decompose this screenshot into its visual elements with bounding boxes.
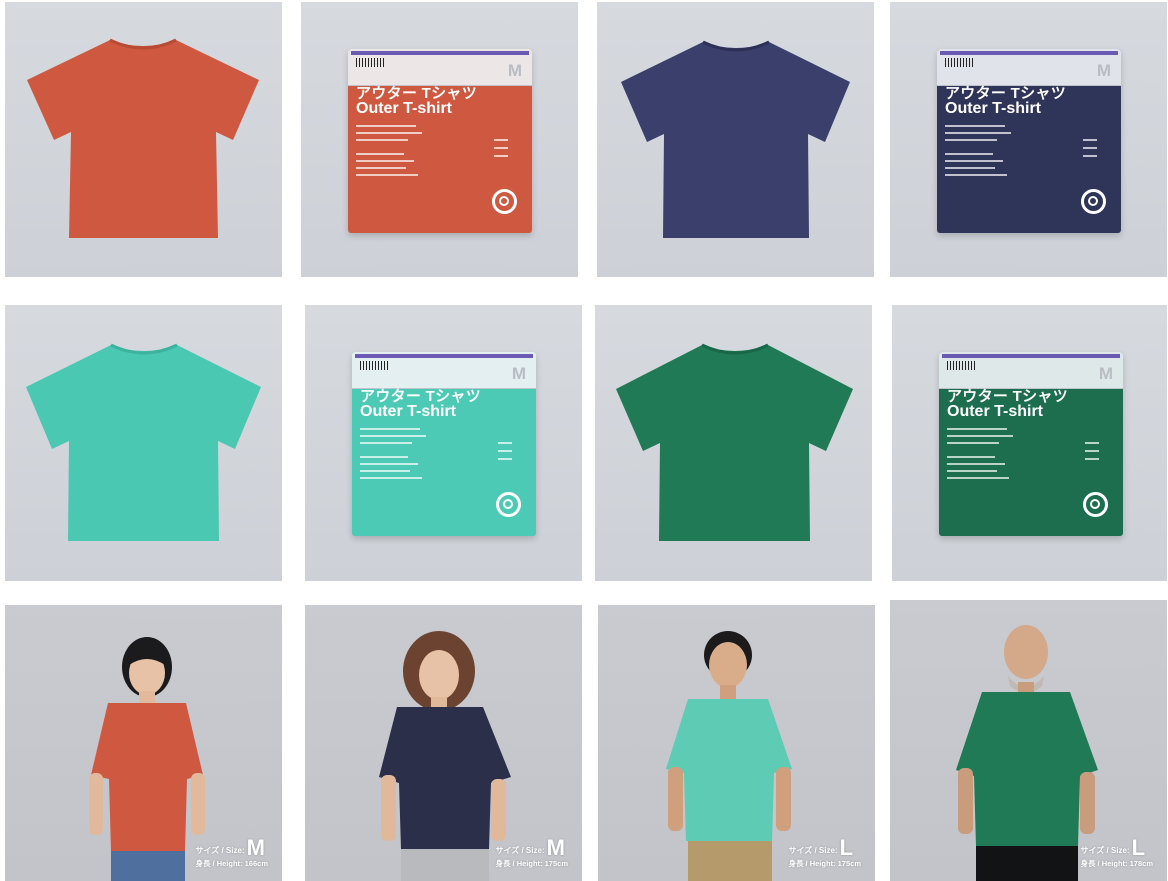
package-title-en: Outer T-shirt	[356, 100, 453, 117]
care-icon	[1083, 139, 1103, 169]
height-text: 身長 / Height: 175cm	[788, 859, 861, 868]
brand-logo-icon	[1083, 492, 1108, 517]
size-value: M	[246, 835, 265, 860]
model-tile-orange[interactable]: サイズ / Size:M 身長 / Height: 166cm	[5, 605, 282, 881]
tshirt-icon	[616, 343, 853, 541]
product-tile-flat-navy[interactable]	[597, 2, 874, 277]
size-prefix: サイズ / Size:	[195, 846, 245, 855]
barcode-icon	[945, 58, 975, 67]
size-caption: サイズ / Size:L 身長 / Height: 175cm	[788, 835, 861, 869]
size-caption: サイズ / Size:M 身長 / Height: 166cm	[195, 835, 268, 869]
product-tile-package-green[interactable]: M アウター Tシャツ Outer T-shirt	[892, 305, 1167, 581]
tshirt-icon	[26, 343, 261, 541]
product-tile-package-navy[interactable]: M アウター Tシャツ Outer T-shirt	[890, 2, 1167, 277]
size-prefix: サイズ / Size:	[788, 846, 838, 855]
package-stripe	[942, 354, 1120, 358]
tshirt-icon	[27, 38, 259, 238]
package-sleeve: M	[348, 49, 532, 86]
size-caption: サイズ / Size:L 身長 / Height: 178cm	[1080, 835, 1153, 869]
package-size: M	[1098, 364, 1113, 383]
package-fine-print	[360, 428, 430, 508]
tshirt-icon	[621, 40, 850, 238]
package-fine-print	[356, 125, 426, 205]
package-sleeve: M	[939, 352, 1123, 389]
product-tile-flat-orange[interactable]	[5, 2, 282, 277]
size-caption: サイズ / Size:M 身長 / Height: 175cm	[495, 835, 568, 869]
care-icon	[498, 442, 518, 472]
size-value: M	[546, 835, 565, 860]
package-sleeve: M	[937, 49, 1121, 86]
package: M アウター Tシャツ Outer T-shirt	[348, 49, 532, 233]
package: M アウター Tシャツ Outer T-shirt	[939, 352, 1123, 536]
care-icon	[1085, 442, 1105, 472]
product-tile-package-aqua[interactable]: M アウター Tシャツ Outer T-shirt	[305, 305, 582, 581]
package-size: M	[507, 61, 522, 80]
product-tile-flat-aqua[interactable]	[5, 305, 282, 581]
model-tile-green[interactable]: サイズ / Size:L 身長 / Height: 178cm	[890, 600, 1167, 881]
product-tile-flat-green[interactable]	[595, 305, 872, 581]
package-size: M	[1096, 61, 1111, 80]
package-fine-print	[945, 125, 1015, 205]
size-value: L	[1131, 835, 1146, 860]
barcode-icon	[947, 361, 977, 370]
care-icon	[494, 139, 514, 169]
height-text: 身長 / Height: 166cm	[195, 859, 268, 868]
size-value: L	[839, 835, 854, 860]
size-prefix: サイズ / Size:	[495, 846, 545, 855]
height-text: 身長 / Height: 178cm	[1080, 859, 1153, 868]
package: M アウター Tシャツ Outer T-shirt	[937, 49, 1121, 233]
model-tile-navy[interactable]: サイズ / Size:M 身長 / Height: 175cm	[305, 605, 582, 881]
brand-logo-icon	[492, 189, 517, 214]
package-title-en: Outer T-shirt	[360, 403, 457, 420]
height-text: 身長 / Height: 175cm	[495, 859, 568, 868]
package-stripe	[940, 51, 1118, 55]
package-stripe	[355, 354, 533, 358]
barcode-icon	[356, 58, 386, 67]
model-tile-aqua[interactable]: サイズ / Size:L 身長 / Height: 175cm	[598, 605, 875, 881]
package-title-en: Outer T-shirt	[945, 100, 1042, 117]
package-fine-print	[947, 428, 1017, 508]
package-sleeve: M	[352, 352, 536, 389]
brand-logo-icon	[496, 492, 521, 517]
package-title-en: Outer T-shirt	[947, 403, 1044, 420]
brand-logo-icon	[1081, 189, 1106, 214]
size-prefix: サイズ / Size:	[1080, 846, 1130, 855]
package-stripe	[351, 51, 529, 55]
product-tile-package-orange[interactable]: M アウター Tシャツ Outer T-shirt	[301, 2, 578, 277]
barcode-icon	[360, 361, 390, 370]
package: M アウター Tシャツ Outer T-shirt	[352, 352, 536, 536]
package-size: M	[511, 364, 526, 383]
